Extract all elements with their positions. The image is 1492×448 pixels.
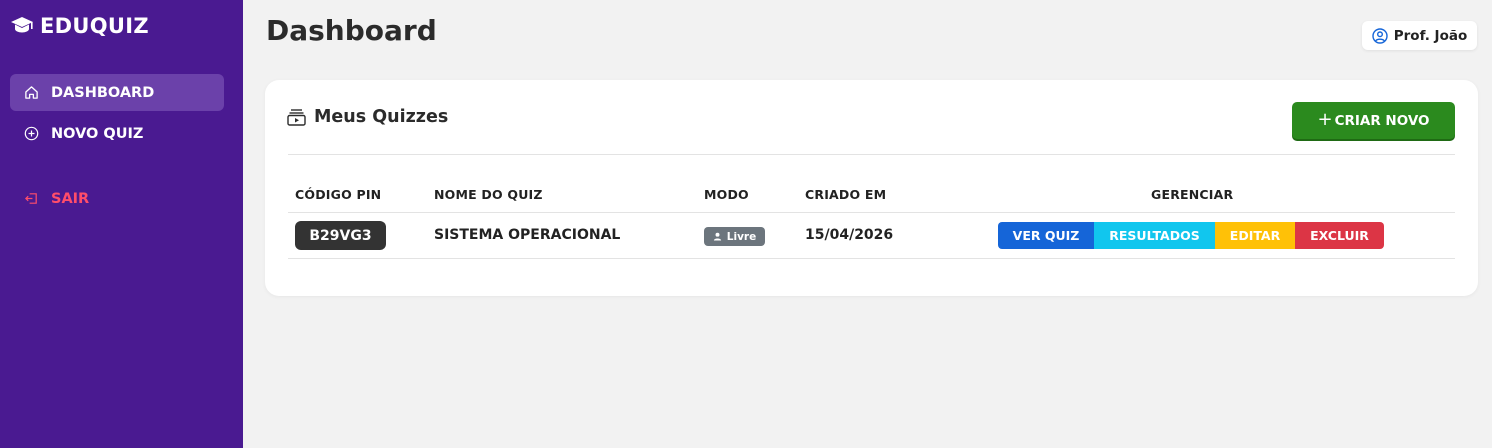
card-divider xyxy=(288,154,1455,155)
user-name: Prof. João xyxy=(1393,27,1468,44)
column-header-mode: MODO xyxy=(704,187,749,202)
sidebar-item-label: DASHBOARD xyxy=(51,84,155,101)
brand-logo[interactable]: EDUQUIZ xyxy=(10,13,149,39)
mode-label: Livre xyxy=(726,230,757,243)
mode-badge: Livre xyxy=(704,227,765,246)
edit-button[interactable]: EDITAR xyxy=(1215,222,1295,249)
user-circle-icon xyxy=(1372,27,1388,44)
sidebar-item-label: NOVO QUIZ xyxy=(51,125,144,142)
action-button-group: VER QUIZ RESULTADOS EDITAR EXCLUIR xyxy=(998,222,1384,249)
create-new-button[interactable]: + CRIAR NOVO xyxy=(1292,102,1455,139)
view-quiz-button[interactable]: VER QUIZ xyxy=(998,222,1094,249)
created-date: 15/04/2026 xyxy=(805,227,894,243)
person-icon xyxy=(713,232,721,241)
sidebar-item-novo-quiz[interactable]: NOVO QUIZ xyxy=(10,115,224,152)
plus-circle-icon xyxy=(24,126,39,141)
sidebar-item-sair[interactable]: SAIR xyxy=(10,180,224,217)
column-header-name: NOME DO QUIZ xyxy=(434,187,543,202)
create-new-label: CRIAR NOVO xyxy=(1334,112,1430,129)
column-header-manage: GERENCIAR xyxy=(1151,187,1234,202)
quizzes-card: Meus Quizzes + CRIAR NOVO CÓDIGO PIN NOM… xyxy=(265,80,1478,296)
delete-button[interactable]: EXCLUIR xyxy=(1295,222,1384,249)
results-button[interactable]: RESULTADOS xyxy=(1094,222,1215,249)
table-row-divider xyxy=(288,258,1455,259)
sidebar-item-dashboard[interactable]: DASHBOARD xyxy=(10,74,224,111)
pin-code-badge: B29VG3 xyxy=(295,221,386,250)
table-header-divider xyxy=(288,212,1455,213)
sidebar: EDUQUIZ DASHBOARD NOVO QUIZ SAIR xyxy=(0,0,243,448)
quiz-name: SISTEMA OPERACIONAL xyxy=(434,227,621,243)
user-menu[interactable]: Prof. João xyxy=(1362,21,1477,50)
graduation-cap-icon xyxy=(11,17,33,33)
brand-name: EDUQUIZ xyxy=(40,14,149,38)
sidebar-item-label: SAIR xyxy=(51,190,90,207)
column-header-pin: CÓDIGO PIN xyxy=(295,187,382,202)
logout-icon xyxy=(25,193,37,204)
column-header-created: CRIADO EM xyxy=(805,187,887,202)
card-title-text: Meus Quizzes xyxy=(314,107,449,127)
collection-play-icon xyxy=(287,109,306,126)
page-title: Dashboard xyxy=(266,14,437,47)
plus-icon: + xyxy=(1317,108,1333,130)
home-icon xyxy=(25,86,38,99)
card-title: Meus Quizzes xyxy=(287,107,448,127)
